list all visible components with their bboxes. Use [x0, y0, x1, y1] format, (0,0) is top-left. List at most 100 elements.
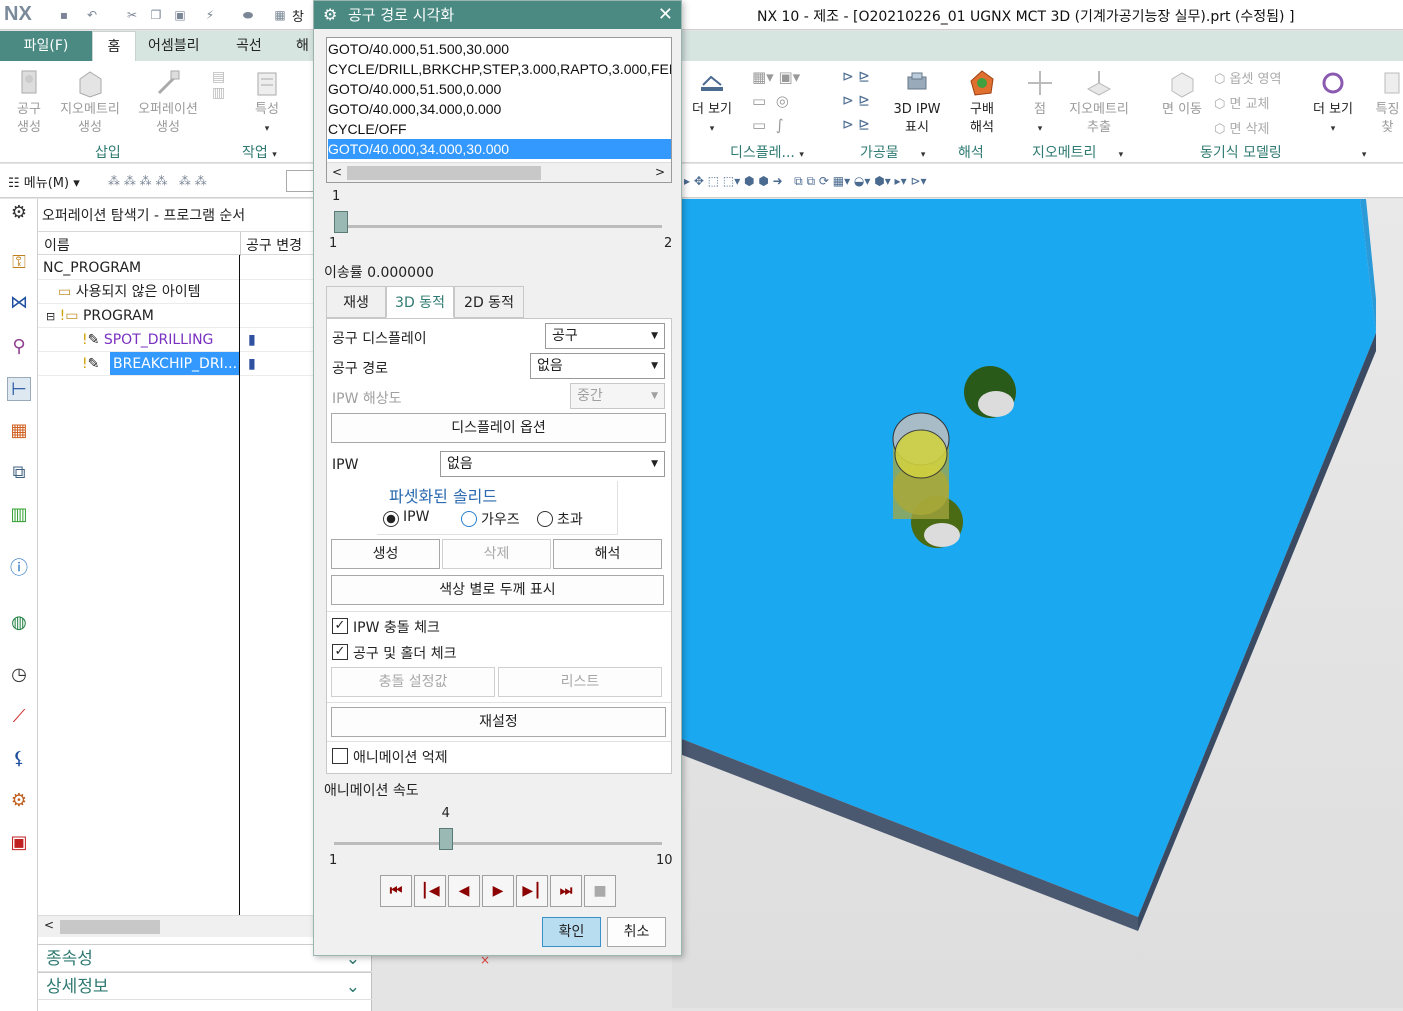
ipw-select[interactable]: 없음 ▼	[440, 451, 665, 477]
create-geometry-button[interactable]: 지오메트리 생성	[54, 67, 126, 137]
cancel-button[interactable]: 취소	[607, 917, 666, 947]
graphics-viewport[interactable]: ×	[480, 199, 1403, 1008]
cl-line[interactable]: CYCLE/DRILL,BRKCHP,STEP,3.000,RAPTO,3.00…	[328, 59, 671, 79]
create-operation-button[interactable]: 오퍼레이션 생성	[130, 67, 206, 137]
cl-line[interactable]: GOTO/40.000,51.500,30.000	[328, 39, 671, 59]
group-sync-modeling[interactable]: 동기식 모델링 ▾	[1200, 142, 1366, 162]
color-by-thickness-button[interactable]: 색상 별로 두께 표시	[331, 575, 664, 605]
radio-ipw[interactable]	[383, 511, 399, 527]
create-button[interactable]: 생성	[331, 539, 440, 569]
cut-icon[interactable]: ✂	[124, 7, 140, 23]
menu-button[interactable]: ☷ 메뉴(M) ▾	[8, 172, 80, 191]
machining-feature-icon[interactable]: ⧉	[7, 461, 31, 485]
offset-region-button[interactable]: ⬡ 옵셋 영역	[1214, 67, 1281, 92]
fast-forward-to-end-button[interactable]: ⏭	[550, 875, 582, 907]
machine-tool-navigator-icon[interactable]: ▦	[7, 419, 31, 443]
toolbar-icons-left[interactable]: ⁂ ⁂ ⁂ ⁂ ⁂ ⁂	[108, 174, 207, 188]
selection-filter-field[interactable]	[286, 170, 316, 192]
settings-icon[interactable]: ⚙	[7, 201, 31, 225]
tab-2d-dynamic[interactable]: 2D 동적	[454, 286, 524, 318]
group-workpiece[interactable]: 가공물 ▾	[860, 142, 925, 162]
tab-home[interactable]: 홈	[92, 31, 136, 61]
info-icon[interactable]: ⓘ	[7, 557, 31, 581]
scroll-right-icon[interactable]: >	[655, 165, 665, 179]
roles-icon[interactable]: ▣	[7, 831, 31, 855]
tool-path-select[interactable]: 없음 ▼	[530, 353, 665, 379]
robot-icon[interactable]: ⚙	[7, 789, 31, 813]
step-slider-thumb[interactable]	[334, 211, 348, 233]
scroll-left-icon[interactable]: <	[44, 918, 54, 932]
step-slider-track[interactable]	[334, 225, 662, 228]
cl-hscrollbar[interactable]: < >	[327, 162, 671, 182]
tool-display-select[interactable]: 공구 ▼	[545, 323, 665, 349]
step-forward-button[interactable]: ▶⎮	[516, 875, 548, 907]
scroll-thumb[interactable]	[347, 166, 541, 180]
tab-file[interactable]: 파일(F)	[0, 31, 92, 61]
collision-settings-button[interactable]: 충돌 설정값	[331, 667, 495, 697]
ipw-collision-checkbox[interactable]: ✓	[332, 618, 348, 634]
cl-line[interactable]: GOTO/40.000,51.500,0.000	[328, 79, 671, 99]
sync-small-buttons[interactable]: ⬡ 옵셋 영역 ⬡ 면 교체 ⬡ 면 삭제	[1214, 67, 1281, 142]
scroll-thumb[interactable]	[60, 920, 160, 934]
repeat-command-icon[interactable]: ⚡	[202, 7, 218, 23]
suppress-animation-checkbox[interactable]	[332, 748, 348, 764]
step-back-button[interactable]: ⎮◀	[414, 875, 446, 907]
find-feature-button[interactable]: 특징 찾	[1372, 67, 1403, 137]
assembly-navigator-icon[interactable]: ⚿	[7, 251, 31, 275]
create-tool-button[interactable]: 공구 생성	[6, 67, 52, 137]
group-geometry[interactable]: 지오메트리 ▾	[1032, 142, 1123, 162]
extract-geometry-button[interactable]: 지오메트리 추출	[1062, 67, 1136, 137]
reset-button[interactable]: 재설정	[331, 707, 666, 737]
column-name[interactable]: 이름	[44, 235, 70, 255]
column-tool-change[interactable]: 공구 변경	[246, 235, 302, 255]
delete-face-button[interactable]: ⬡ 면 삭제	[1214, 117, 1281, 142]
copy-icon[interactable]: ❐	[148, 7, 164, 23]
display-small-icons[interactable]: ▦▾ ▣▾ ▭ ◎ ▭ ∫	[752, 65, 832, 135]
touch-mode-icon[interactable]: ⬬	[240, 7, 256, 23]
rewind-to-start-button[interactable]: ⏮	[380, 875, 412, 907]
list-button[interactable]: 리스트	[498, 667, 662, 697]
animation-speed-track[interactable]	[334, 842, 662, 845]
collapse-icon[interactable]: ⊟	[46, 310, 55, 323]
workpiece-small-icons[interactable]: ⊳ ⊵ ⊳ ⊵ ⊳ ⊵	[842, 65, 888, 137]
analyze-button[interactable]: 해석	[553, 539, 662, 569]
insert-small-icons[interactable]: ▤ ▥	[212, 69, 230, 119]
tab-3d-dynamic[interactable]: 3D 동적	[386, 286, 454, 318]
cl-line[interactable]: CYCLE/OFF	[328, 119, 671, 139]
ok-button[interactable]: 확인	[542, 917, 601, 947]
scroll-left-icon[interactable]: <	[332, 165, 342, 179]
stop-button[interactable]: ■	[584, 875, 616, 907]
column-divider[interactable]	[240, 232, 241, 256]
delete-button[interactable]: 삭제	[442, 539, 551, 569]
play-backward-button[interactable]: ◀	[448, 875, 480, 907]
more-display-button[interactable]: 더 보기 ▾	[688, 67, 736, 138]
gear-icon[interactable]: ⚙	[323, 1, 337, 29]
close-icon[interactable]: ✕	[658, 1, 673, 29]
cl-line[interactable]: GOTO/40.000,34.000,0.000	[328, 99, 671, 119]
display-options-button[interactable]: 디스플레이 옵션	[331, 413, 666, 443]
play-forward-button[interactable]: ▶	[482, 875, 514, 907]
ipw-resolution-select[interactable]: 중간 ▼	[570, 383, 665, 409]
undo-icon[interactable]: ↶	[84, 7, 100, 23]
gradient-analysis-button[interactable]: 구배 해석	[958, 67, 1006, 137]
window-icon[interactable]: ▦	[272, 7, 288, 23]
window-menu[interactable]: 창	[292, 6, 304, 25]
view-toolbar-icons[interactable]: ▸ ✥ ⬚ ⬚▾ ⬢ ⬢ ➜ ⧉ ⧉ ⟳ ▦▾ ◒▾ ⬢▾ ▸▾ ⊳▾	[684, 174, 927, 189]
web-browser-icon[interactable]: ◍	[7, 611, 31, 635]
replace-face-button[interactable]: ⬡ 면 교체	[1214, 92, 1281, 117]
save-icon[interactable]: ▪	[56, 7, 72, 23]
constraint-navigator-icon[interactable]: ⋈	[7, 291, 31, 315]
radio-gauss[interactable]	[461, 511, 477, 527]
cl-list-box[interactable]: GOTO/40.000,51.500,30.000 CYCLE/DRILL,BR…	[326, 37, 672, 183]
tool-holder-checkbox[interactable]: ✓	[332, 644, 348, 660]
details-accordion[interactable]: 상세정보 ⌄	[38, 972, 372, 1000]
tab-curve[interactable]: 곡선	[226, 31, 272, 61]
properties-button[interactable]: 특성 ▾	[244, 67, 290, 138]
show-3d-ipw-button[interactable]: 3D IPW 표시	[890, 67, 944, 137]
paste-icon[interactable]: ▣	[172, 7, 188, 23]
part-navigator-icon[interactable]: ⚲	[7, 335, 31, 359]
animation-speed-thumb[interactable]	[438, 828, 453, 850]
radio-excess[interactable]	[537, 511, 553, 527]
tab-assembly[interactable]: 어셈블리	[138, 31, 210, 61]
point-button[interactable]: 점 ▾	[1020, 67, 1060, 138]
